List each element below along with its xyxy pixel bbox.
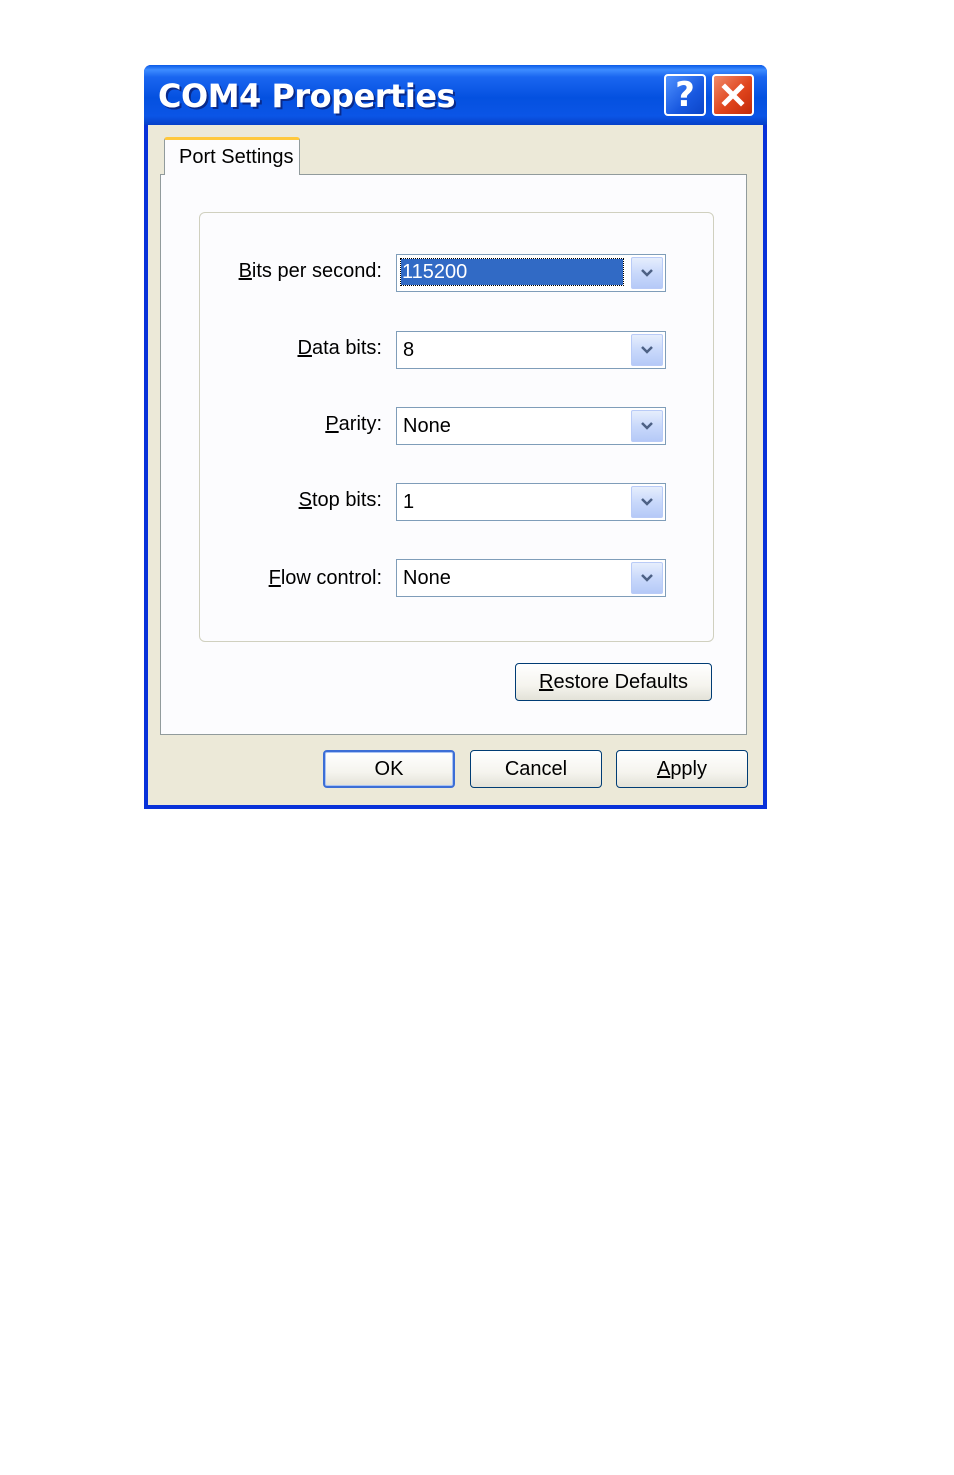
bits-per-second-label: Bits per second: [238,260,382,282]
flow-control-label: Flow control: [268,567,382,589]
parity-label: Parity: [325,413,382,435]
com4-properties-dialog: COM4 Properties ? Port Settings Bits per… [144,65,767,809]
port-settings-panel: Bits per second: 115200 Data bits: 8 Par… [160,174,747,735]
stop-bits-label: Stop bits: [298,489,382,511]
tab-port-settings[interactable]: Port Settings [164,137,300,175]
close-icon [721,83,745,107]
stop-bits-select[interactable]: 1 [396,483,666,521]
cancel-button[interactable]: Cancel [470,750,602,788]
help-button[interactable]: ? [664,74,706,116]
bits-per-second-select[interactable]: 115200 [396,254,666,292]
restore-defaults-button[interactable]: Restore Defaults [515,663,712,701]
title-bar[interactable]: COM4 Properties ? [144,65,767,125]
flow-control-dropdown-button[interactable] [631,562,663,594]
tab-port-settings-label: Port Settings [179,146,294,168]
data-bits-value: 8 [403,339,415,361]
ok-button[interactable]: OK [323,750,455,788]
flow-control-select[interactable]: None [396,559,666,597]
help-icon: ? [675,75,695,115]
parity-value: None [403,415,451,437]
chevron-down-icon [641,498,653,506]
chevron-down-icon [641,346,653,354]
stop-bits-dropdown-button[interactable] [631,486,663,518]
chevron-down-icon [641,574,653,582]
close-button[interactable] [712,74,754,116]
flow-control-value: None [403,567,451,589]
port-settings-group: Bits per second: 115200 Data bits: 8 Par… [199,212,714,642]
data-bits-label: Data bits: [297,337,383,359]
dialog-client-area: Port Settings Bits per second: 115200 Da… [148,125,763,805]
bits-per-second-dropdown-button[interactable] [631,257,663,289]
chevron-down-icon [641,269,653,277]
data-bits-select[interactable]: 8 [396,331,666,369]
stop-bits-value: 1 [403,491,415,513]
data-bits-dropdown-button[interactable] [631,334,663,366]
parity-dropdown-button[interactable] [631,410,663,442]
apply-button[interactable]: Apply [616,750,748,788]
parity-select[interactable]: None [396,407,666,445]
window-title: COM4 Properties [158,77,456,115]
bits-per-second-value: 115200 [400,258,624,286]
chevron-down-icon [641,422,653,430]
